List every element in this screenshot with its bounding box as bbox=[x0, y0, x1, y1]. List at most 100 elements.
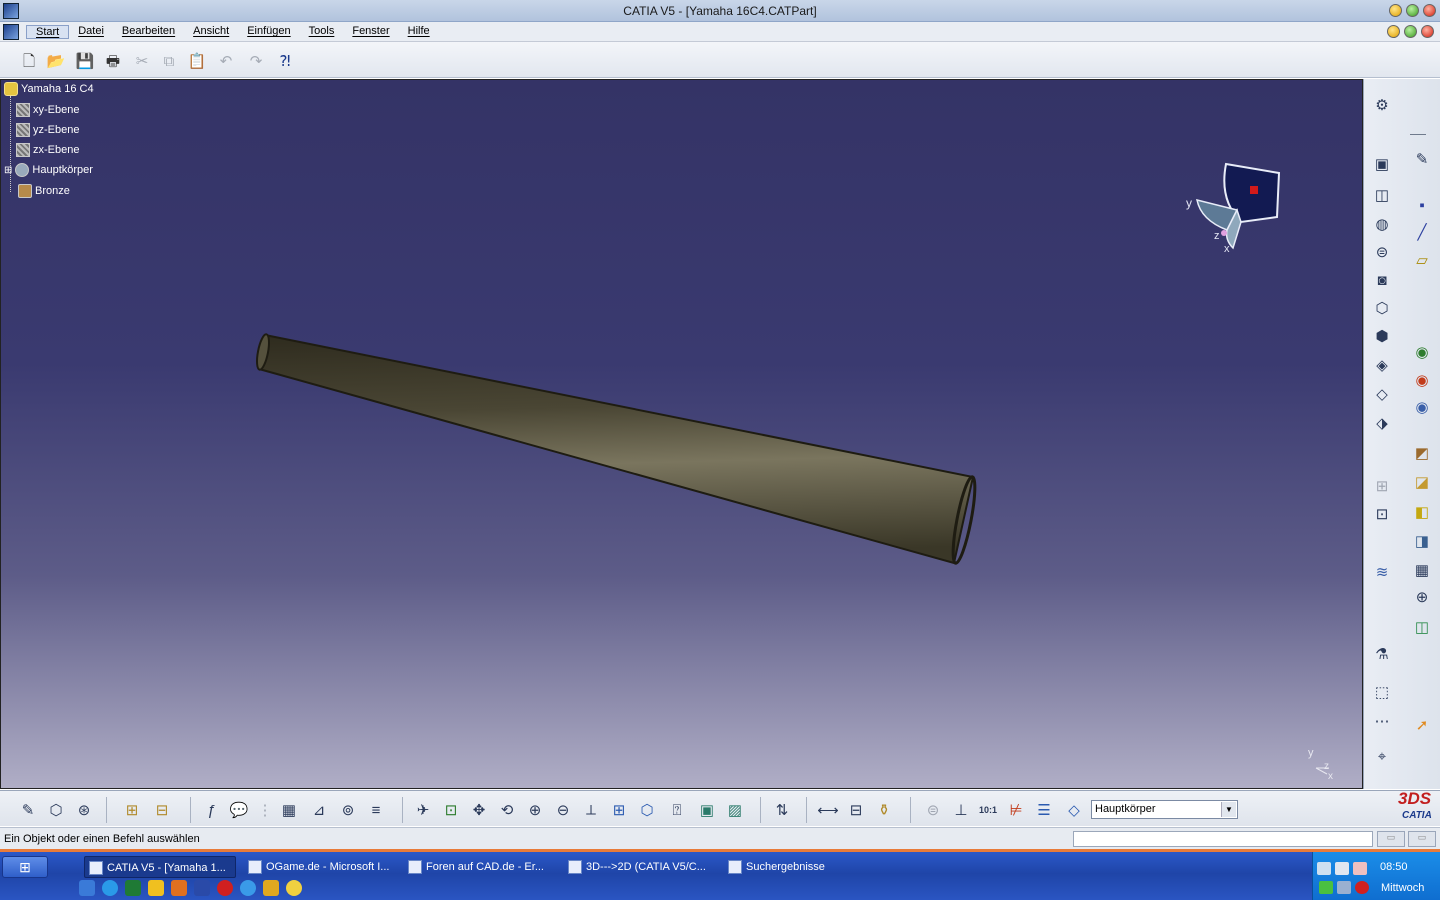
network-icon[interactable] bbox=[1317, 862, 1331, 875]
swap-visible-space-icon[interactable]: ⇅ bbox=[771, 799, 793, 821]
select-arrow-icon[interactable]: ➚ bbox=[1412, 715, 1432, 735]
parameters-icon[interactable]: ≡ bbox=[365, 799, 387, 821]
expand-plus-icon[interactable]: ⊞ bbox=[4, 165, 12, 176]
shaft-icon[interactable]: ◍ bbox=[1372, 214, 1392, 234]
open-folder-icon[interactable]: 📂 bbox=[45, 50, 67, 72]
reference-elements-icon[interactable]: ⬡ bbox=[45, 799, 67, 821]
multi-section-solid-icon[interactable]: ◈ bbox=[1372, 355, 1392, 375]
rotate-icon[interactable]: ⟲ bbox=[496, 799, 518, 821]
grid-icon[interactable]: ⋯ bbox=[1372, 711, 1392, 731]
update-icon[interactable] bbox=[1319, 881, 1333, 894]
axis-system-icon[interactable]: ⊕ bbox=[1412, 587, 1432, 607]
tool-icon[interactable] bbox=[263, 880, 279, 896]
tree-node-zx-plane[interactable]: zx-Ebene bbox=[16, 143, 79, 157]
minimize-button[interactable] bbox=[1389, 4, 1402, 17]
compass-widget[interactable] bbox=[1196, 162, 1281, 250]
mirror-icon[interactable]: ⊡ bbox=[1372, 504, 1392, 524]
menu-start[interactable]: Start bbox=[26, 25, 70, 39]
thickness-icon[interactable]: ▦ bbox=[1412, 560, 1432, 580]
cut-icon[interactable]: ✂ bbox=[131, 50, 153, 72]
alert-icon[interactable] bbox=[1353, 862, 1367, 875]
multi-view-icon[interactable]: ⊞ bbox=[608, 799, 630, 821]
law-icon[interactable]: ⊿ bbox=[308, 799, 330, 821]
sketcher-settings-icon[interactable]: ⚙ bbox=[1372, 95, 1392, 115]
hole-icon[interactable]: ◙ bbox=[1372, 270, 1392, 290]
formula-icon[interactable]: ƒ bbox=[200, 799, 222, 821]
sketch-icon[interactable]: ✎ bbox=[1412, 149, 1432, 169]
cancel-command-button[interactable]: ▭ bbox=[1377, 831, 1405, 847]
close-button[interactable] bbox=[1423, 4, 1436, 17]
axis-system-tool-icon[interactable]: ⊥ bbox=[950, 799, 972, 821]
print-icon[interactable]: 🖶 bbox=[102, 50, 124, 72]
rib-icon[interactable]: ⬡ bbox=[1372, 298, 1392, 318]
chamfer-icon[interactable]: ◪ bbox=[1412, 472, 1432, 492]
powerpoint-icon[interactable] bbox=[171, 880, 187, 896]
word-icon[interactable] bbox=[194, 880, 210, 896]
measure-inertia-icon[interactable]: ⚱ bbox=[873, 799, 895, 821]
hide-show-icon[interactable]: ▨ bbox=[724, 799, 746, 821]
new-file-icon[interactable]: 🗋 bbox=[18, 50, 40, 72]
command-input[interactable] bbox=[1073, 831, 1373, 847]
scale-icon[interactable]: 10:1 bbox=[977, 799, 999, 821]
menu-hilfe[interactable]: Hilfe bbox=[399, 25, 439, 39]
sketcher-icon[interactable]: ✎ bbox=[17, 799, 39, 821]
solid-combine-icon[interactable]: ⬗ bbox=[1372, 413, 1392, 433]
point-icon[interactable]: ▪ bbox=[1412, 195, 1432, 215]
undo-icon[interactable]: ↶ bbox=[215, 50, 237, 72]
fly-mode-icon[interactable]: ✈ bbox=[412, 799, 434, 821]
fillet-icon[interactable]: ◩ bbox=[1412, 443, 1432, 463]
tree-node-main-body[interactable]: ⊞ Hauptkörper bbox=[4, 163, 93, 177]
zoom-out-icon[interactable]: ⊖ bbox=[552, 799, 574, 821]
compass-handle-icon[interactable] bbox=[1250, 186, 1258, 194]
pan-icon[interactable]: ✥ bbox=[468, 799, 490, 821]
shell-icon[interactable]: ◨ bbox=[1412, 531, 1432, 551]
slot-icon[interactable]: ⬢ bbox=[1372, 326, 1392, 346]
menu-einfuegen[interactable]: Einfügen bbox=[238, 25, 299, 39]
tree-node-yz-plane[interactable]: yz-Ebene bbox=[16, 123, 79, 137]
internet-explorer-icon[interactable] bbox=[102, 880, 118, 896]
measure-icon[interactable]: ⬚ bbox=[1372, 682, 1392, 702]
paste-icon[interactable]: 📋 bbox=[186, 50, 208, 72]
antivirus-icon[interactable] bbox=[1355, 881, 1369, 894]
zoom-in-icon[interactable]: ⊕ bbox=[524, 799, 546, 821]
removed-multi-section-icon[interactable]: ◇ bbox=[1372, 384, 1392, 404]
groove-icon[interactable]: ⊜ bbox=[1372, 242, 1392, 262]
command-ok-button[interactable]: ▭ bbox=[1408, 831, 1436, 847]
draft-icon[interactable]: ◧ bbox=[1412, 502, 1432, 522]
layer-list-icon[interactable]: ☰ bbox=[1033, 799, 1055, 821]
start-button[interactable]: ⊞ bbox=[2, 856, 48, 878]
maximize-button[interactable] bbox=[1406, 4, 1419, 17]
taskbar-clock[interactable]: 08:50 bbox=[1380, 861, 1408, 873]
normal-view-icon[interactable]: ⟂ bbox=[580, 799, 602, 821]
thread-icon[interactable]: ◫ bbox=[1412, 617, 1432, 637]
pocket-icon[interactable]: ◫ bbox=[1372, 185, 1392, 205]
knowledge-advisor-icon[interactable]: 💬 bbox=[228, 799, 250, 821]
dimension-icon[interactable]: ⊭ bbox=[1005, 799, 1027, 821]
menu-datei[interactable]: Datei bbox=[69, 25, 113, 39]
chevron-down-icon[interactable]: ▼ bbox=[1221, 802, 1236, 817]
copy-icon[interactable]: ⧉ bbox=[158, 50, 180, 72]
pad-icon[interactable]: ▣ bbox=[1372, 154, 1392, 174]
task-catia[interactable]: CATIA V5 - [Yamaha 1... bbox=[84, 856, 236, 878]
monitor-icon[interactable] bbox=[1335, 862, 1349, 875]
tree-node-material[interactable]: Bronze bbox=[18, 184, 70, 198]
line-icon[interactable]: ╱ bbox=[1412, 222, 1432, 242]
task-search-results[interactable]: Suchergebnisse bbox=[724, 856, 864, 878]
menu-tools[interactable]: Tools bbox=[300, 25, 344, 39]
doc-maximize-button[interactable] bbox=[1404, 25, 1417, 38]
update-all-icon[interactable]: ⊛ bbox=[73, 799, 95, 821]
view-mode-icon[interactable]: ⍰ bbox=[666, 799, 688, 821]
tree-node-xy-plane[interactable]: xy-Ebene bbox=[16, 103, 79, 117]
outlook-icon[interactable] bbox=[148, 880, 164, 896]
design-table-icon[interactable]: ▦ bbox=[278, 799, 300, 821]
insert-body-icon[interactable]: ⊞ bbox=[121, 799, 143, 821]
apply-material-icon[interactable]: ◉ bbox=[1412, 342, 1432, 362]
whats-this-help-icon[interactable]: ⁈ bbox=[274, 50, 296, 72]
insert-geometrical-set-icon[interactable]: ⊟ bbox=[151, 799, 173, 821]
transform-icon[interactable]: ⊞ bbox=[1372, 476, 1392, 496]
measure-between-icon[interactable]: ⟷ bbox=[817, 799, 839, 821]
messenger-icon[interactable] bbox=[286, 880, 302, 896]
excel-icon[interactable] bbox=[125, 880, 141, 896]
fit-all-view-icon[interactable]: ⊡ bbox=[440, 799, 462, 821]
current-body-select[interactable]: Hauptkörper ▼ bbox=[1091, 800, 1238, 819]
